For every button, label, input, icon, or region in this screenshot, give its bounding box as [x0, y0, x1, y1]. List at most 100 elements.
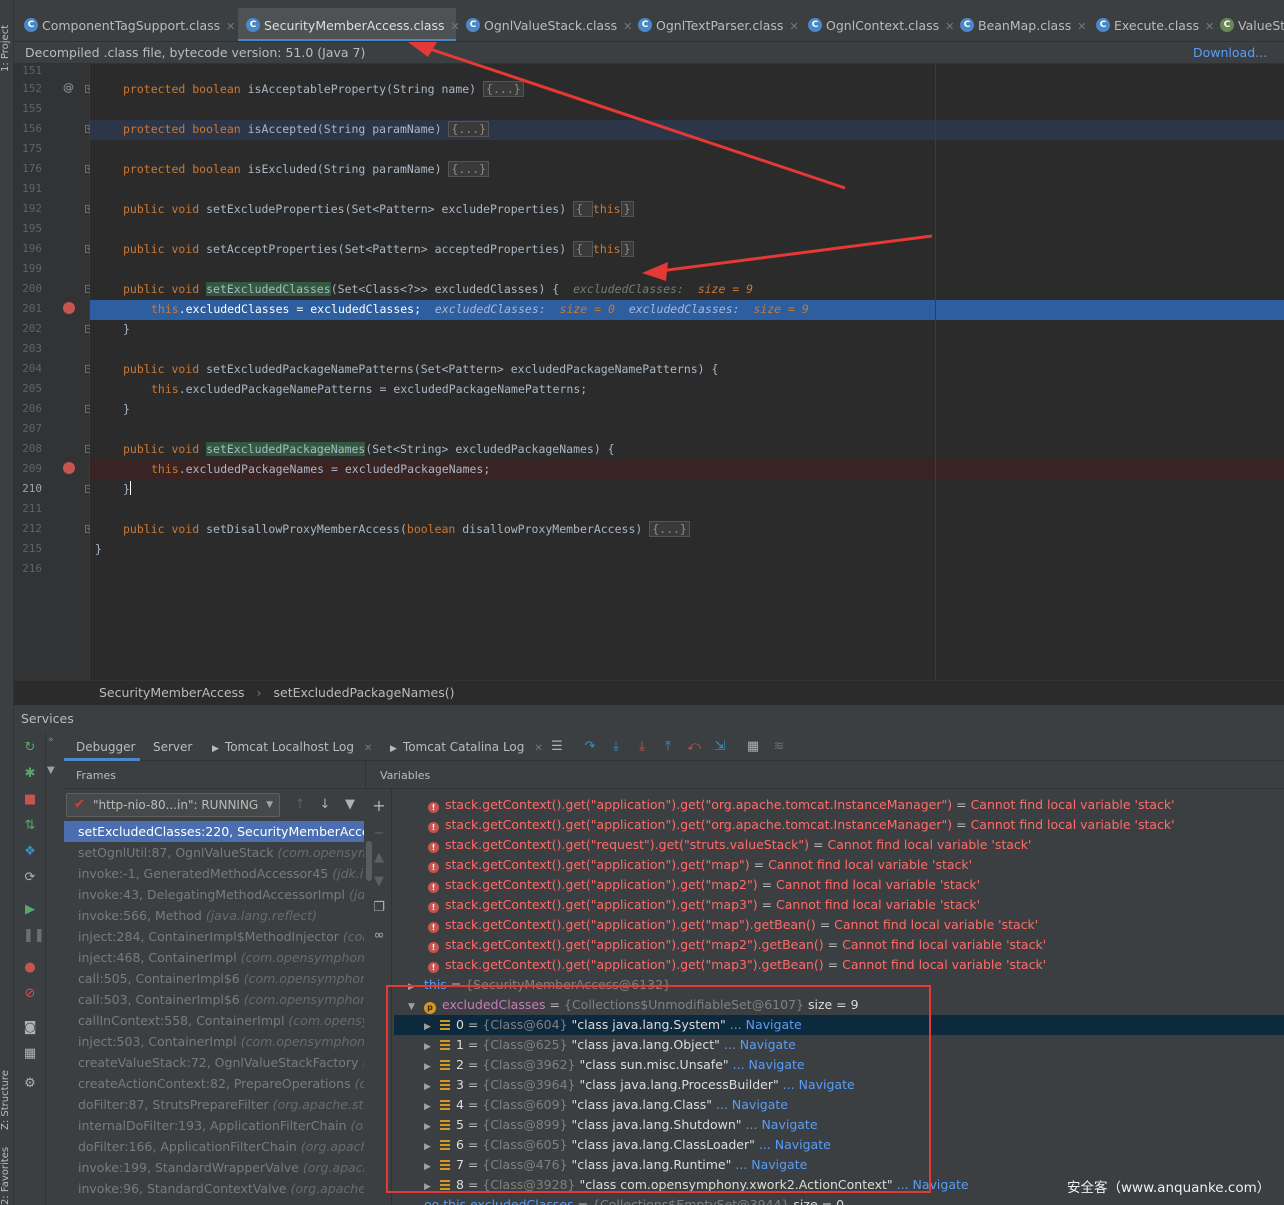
arrow-up-icon[interactable]: ↑ [293, 798, 307, 812]
error-watch-row[interactable]: ! stack.getContext().get("application").g… [428, 795, 1175, 815]
rerun-icon[interactable]: ↻ [23, 741, 37, 755]
frame-item[interactable]: internalDoFilter:193, ApplicationFilterC… [64, 1115, 364, 1136]
copy-icon[interactable]: ❐ [372, 901, 386, 915]
error-watch-row[interactable]: ! stack.getContext().get("application").g… [428, 955, 1046, 975]
project-tool-tab[interactable]: 1: Project [0, 22, 14, 72]
view-breakpoints-icon[interactable]: ● [23, 961, 37, 975]
close-icon[interactable]: ✕ [226, 20, 235, 33]
chevron-down-icon: ▼ [266, 800, 273, 810]
filter-icon[interactable]: ▼ [343, 798, 357, 812]
tab-label: Tomcat Localhost Log [224, 740, 354, 754]
thread-selector[interactable]: ✔ "http-nio-80...in": RUNNING ▼ [66, 793, 280, 817]
frame-item[interactable]: invoke:43, DelegatingMethodAccessorImpl … [64, 884, 364, 905]
tab-ognlvaluestack[interactable]: C OgnlValueStack.class ✕ [458, 8, 632, 41]
error-watch-row[interactable]: ! stack.getContext().get("application").g… [428, 855, 972, 875]
trace-icon[interactable]: ≋ [772, 740, 786, 754]
move-down-icon[interactable]: ▼ [372, 875, 386, 889]
frame-item[interactable]: invoke:566, Method (java.lang.reflect) [64, 905, 364, 926]
tab-debugger[interactable]: Debugger [64, 733, 140, 761]
close-icon[interactable]: ✕ [789, 20, 798, 33]
structure-tool-tab[interactable]: Z: Structure [0, 1060, 14, 1130]
frame-item[interactable]: call:503, ContainerImpl$6 (com.opensymph… [64, 989, 364, 1010]
frame-item[interactable]: call:505, ContainerImpl$6 (com.opensymph… [64, 968, 364, 989]
error-watch-row[interactable]: ! stack.getContext().get("application").g… [428, 915, 1038, 935]
run-to-cursor-icon[interactable]: ⇲ [713, 740, 727, 754]
tab-securitymemberaccess[interactable]: C SecurityMemberAccess.class ✕ [238, 8, 460, 41]
frame-item[interactable]: doFilter:166, ApplicationFilterChain (or… [64, 1136, 364, 1157]
error-watch-row[interactable]: ! stack.getContext().get("application").g… [428, 815, 1175, 835]
step-over-icon[interactable]: ↷ [583, 740, 597, 754]
mute-breakpoints-icon[interactable]: ⊘ [23, 987, 37, 1001]
arrow-down-icon[interactable]: ↓ [318, 798, 332, 812]
tree-collapse-icon[interactable]: ▼ [47, 765, 55, 776]
line-number: 152 [22, 82, 42, 95]
evaluate-expression-icon[interactable]: ▦ [746, 740, 760, 754]
show-execution-point-icon[interactable]: ☰ [550, 740, 564, 754]
tab-valuestack[interactable]: C ValueSta [1212, 8, 1284, 41]
frame-item[interactable]: createValueStack:72, OgnlValueStackFacto… [64, 1052, 364, 1073]
resume-icon[interactable]: ▶ [23, 903, 37, 917]
breadcrumb-class[interactable]: SecurityMemberAccess [99, 685, 245, 700]
frame-item[interactable]: inject:503, ContainerImpl (com.opensymph… [64, 1031, 364, 1052]
breadcrumb-method[interactable]: setExcludedPackageNames() [274, 685, 455, 700]
close-icon[interactable]: ✕ [1077, 20, 1086, 33]
breadcrumb-separator: › [256, 685, 262, 700]
line-number: 215 [22, 542, 42, 555]
group-icon[interactable]: ❖ [23, 845, 37, 859]
error-icon: ! [428, 862, 439, 873]
frame-item[interactable]: invoke:96, StandardContextValve (org.apa… [64, 1178, 364, 1199]
frame-item[interactable]: setOgnlUtil:87, OgnlValueStack (com.open… [64, 842, 364, 863]
remove-watch-icon[interactable]: − [372, 827, 386, 841]
frame-item[interactable]: setExcludedClasses:220, SecurityMemberAc… [64, 821, 364, 842]
close-icon[interactable]: ✕ [534, 743, 542, 754]
debugger-tab-row: Debugger Server ▶ Tomcat Localhost Log ✕ ▶… [64, 733, 1284, 761]
favorites-tool-tab[interactable]: 2: Favorites [0, 1147, 14, 1205]
stop-icon[interactable]: ■ [23, 793, 37, 807]
tab-ognlcontext[interactable]: C OgnlContext.class ✕ [800, 8, 954, 41]
frame-item[interactable]: inject:468, ContainerImpl (com.opensymph… [64, 947, 364, 968]
error-watch-row[interactable]: ! stack.getContext().get("application").g… [428, 895, 980, 915]
editor-tab-bar: C ComponentTagSupport.class ✕ C SecurityMem… [14, 8, 1284, 42]
breakpoint-icon[interactable] [63, 302, 75, 314]
tab-catalina-log[interactable]: ▶ Tomcat Catalina Log ✕ [390, 733, 543, 763]
code-line-196: public void setAcceptProperties(Set<Patt… [123, 241, 634, 257]
tab-ogntextparser[interactable]: C OgnlTextParser.class ✕ [630, 8, 799, 41]
frame-item[interactable]: invoke:-1, GeneratedMethodAccessor45 (jd… [64, 863, 364, 884]
debug-icon[interactable]: ✱ [23, 767, 37, 781]
frame-item[interactable]: createActionContext:82, PrepareOperation… [64, 1073, 364, 1094]
frame-item[interactable]: inject:284, ContainerImpl$MethodInjector… [64, 926, 364, 947]
move-up-icon[interactable]: ▲ [372, 851, 386, 865]
frame-item[interactable]: invoke:199, StandardWrapperValve (org.ap… [64, 1157, 364, 1178]
text-cursor [129, 481, 131, 495]
watches-icon[interactable]: ∞ [372, 929, 386, 943]
step-out-icon[interactable]: ⤒ [661, 740, 675, 754]
camera-icon[interactable]: ◙ [23, 1021, 37, 1035]
breakpoint-icon[interactable] [63, 462, 75, 474]
tab-server[interactable]: Server [153, 733, 192, 761]
tab-beanmap[interactable]: C BeanMap.class ✕ [952, 8, 1086, 41]
error-watch-row[interactable]: ! stack.getContext().get("request").get("… [428, 835, 1032, 855]
layout-icon[interactable]: ▦ [23, 1047, 37, 1061]
step-into-icon[interactable]: ⤓ [609, 740, 623, 754]
settings-icon[interactable]: ⚙ [23, 1077, 37, 1091]
frame-item[interactable]: callInContext:558, ContainerImpl (com.op… [64, 1010, 364, 1031]
close-icon[interactable]: ✕ [364, 743, 372, 754]
drop-frame-icon[interactable]: ⤺ [687, 740, 701, 754]
tab-componenttagsupport[interactable]: C ComponentTagSupport.class ✕ [16, 8, 236, 41]
code-editor[interactable]: protected boolean isAcceptableProperty(S… [90, 64, 1284, 680]
frame-item[interactable]: doFilter:87, StrutsPrepareFilter (org.ap… [64, 1094, 364, 1115]
add-watch-icon[interactable]: + [372, 798, 386, 814]
error-watch-row[interactable]: ! stack.getContext().get("application").g… [428, 875, 980, 895]
override-marker-icon[interactable]: @ [63, 81, 74, 94]
force-step-into-icon[interactable]: ⤓ [635, 740, 649, 754]
variable-this-excludedclasses[interactable]: oo this.excludedClasses = {Collections$E… [424, 1195, 844, 1205]
tab-localhost-log[interactable]: ▶ Tomcat Localhost Log ✕ [212, 733, 372, 763]
tab-execute[interactable]: C Execute.class ✕ [1088, 8, 1214, 41]
update-app-icon[interactable]: ⇅ [23, 819, 37, 833]
expand-icon[interactable]: » [48, 735, 54, 745]
error-message: Cannot find local variable 'stack' [970, 797, 1175, 812]
error-watch-row[interactable]: ! stack.getContext().get("application").g… [428, 935, 1046, 955]
pause-icon[interactable]: ❚❚ [23, 929, 45, 943]
refresh-icon[interactable]: ⟳ [23, 871, 37, 885]
download-sources-link[interactable]: Download... [1193, 42, 1267, 64]
